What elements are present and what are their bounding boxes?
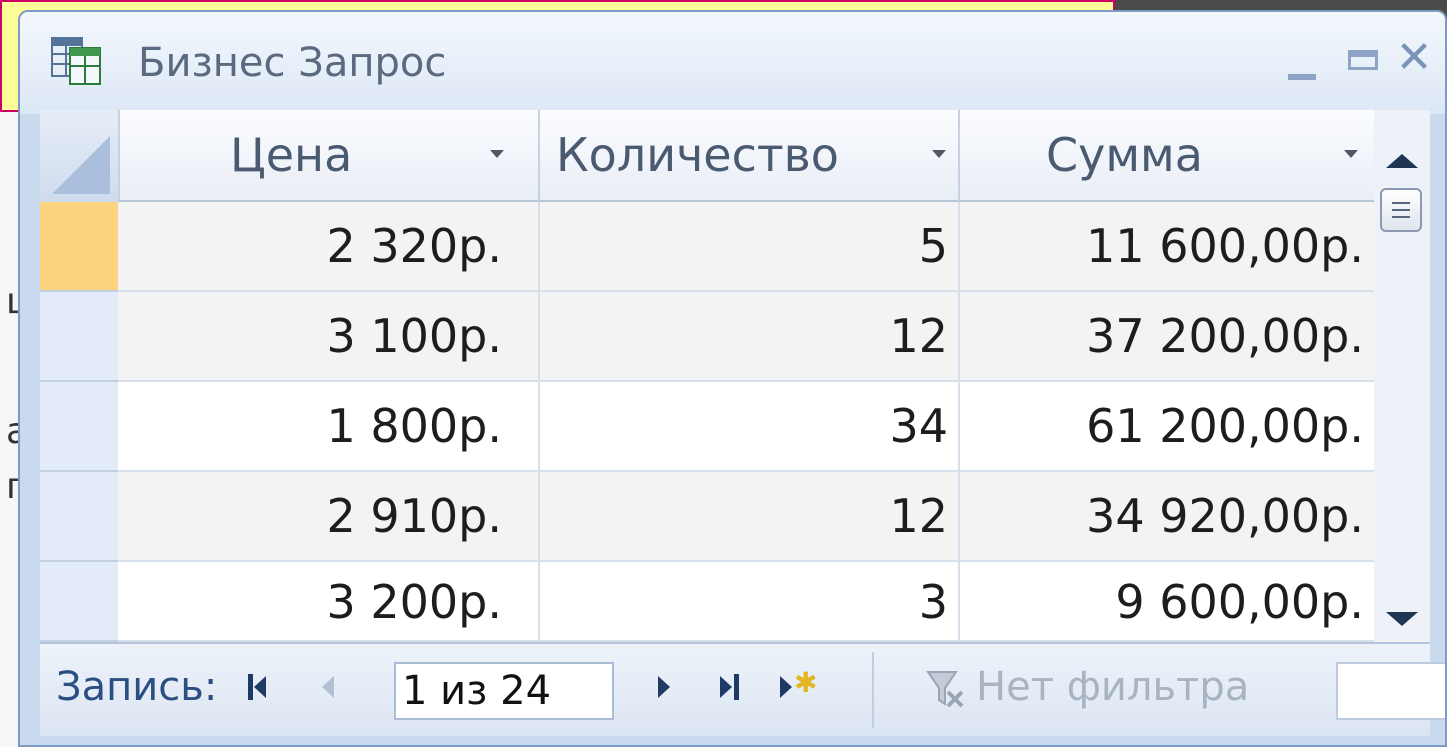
row-selector[interactable]: [40, 202, 118, 292]
row-selector[interactable]: [40, 382, 118, 472]
title-bar[interactable]: Бизнес Запрос ✕: [20, 12, 1445, 114]
filter-status-button[interactable]: Нет фильтра: [976, 664, 1249, 710]
cell-quantity[interactable]: 3: [538, 562, 958, 640]
filter-icon: [926, 671, 964, 708]
table-row[interactable]: 2 910р. 12 34 920,00р.: [118, 472, 1374, 562]
row-selector[interactable]: [40, 562, 118, 642]
scroll-down-icon[interactable]: [1386, 612, 1418, 626]
sort-filter-dropdown-icon[interactable]: [1344, 150, 1358, 158]
column-header-price[interactable]: Цена: [118, 110, 538, 202]
cell-price[interactable]: 3 100р.: [118, 292, 538, 380]
cell-quantity[interactable]: 5: [538, 202, 958, 290]
cell-price[interactable]: 1 800р.: [118, 382, 538, 470]
cell-sum[interactable]: 61 200,00р.: [958, 382, 1374, 470]
record-label: Запись:: [56, 664, 218, 710]
query-window: Бизнес Запрос ✕ Цена Количество Сумма 2 …: [18, 10, 1447, 747]
cell-price[interactable]: 3 200р.: [118, 562, 538, 640]
cell-sum[interactable]: 34 920,00р.: [958, 472, 1374, 560]
table-row[interactable]: 3 200р. 3 9 600,00р.: [118, 562, 1374, 642]
select-all-button[interactable]: [40, 110, 118, 204]
table-row[interactable]: 2 320р. 5 11 600,00р.: [118, 202, 1374, 292]
column-header-label: Количество: [556, 128, 839, 182]
cell-sum[interactable]: 11 600,00р.: [958, 202, 1374, 290]
sort-filter-dropdown-icon[interactable]: [932, 150, 946, 158]
cell-quantity[interactable]: 34: [538, 382, 958, 470]
column-header-quantity[interactable]: Количество: [538, 110, 958, 202]
select-all-icon: [52, 136, 110, 194]
column-header-sum[interactable]: Сумма: [958, 110, 1374, 202]
cell-sum[interactable]: 9 600,00р.: [958, 562, 1374, 640]
query-datasheet-icon: [51, 37, 101, 85]
cell-price[interactable]: 2 910р.: [118, 472, 538, 560]
cell-sum[interactable]: 37 200,00р.: [958, 292, 1374, 380]
close-button[interactable]: ✕: [1390, 34, 1438, 82]
cell-quantity[interactable]: 12: [538, 292, 958, 380]
datasheet-grid: Цена Количество Сумма 2 320р. 5 11 600,0…: [40, 110, 1374, 642]
search-input[interactable]: [1336, 662, 1445, 720]
table-row[interactable]: 1 800р. 34 61 200,00р.: [118, 382, 1374, 472]
row-selector[interactable]: [40, 472, 118, 562]
column-header-label: Сумма: [1046, 128, 1203, 182]
scroll-thumb[interactable]: [1380, 188, 1422, 232]
divider: [872, 652, 874, 728]
maximize-button[interactable]: [1340, 34, 1388, 82]
window-title: Бизнес Запрос: [138, 40, 447, 86]
table-row[interactable]: 3 100р. 12 37 200,00р.: [118, 292, 1374, 382]
sort-filter-dropdown-icon[interactable]: [490, 150, 504, 158]
current-record-field[interactable]: 1 из 24: [394, 662, 614, 720]
record-navigation-bar: Запись: 1 из 24 Нет фильтра: [40, 642, 1445, 736]
cell-quantity[interactable]: 12: [538, 472, 958, 560]
row-selector[interactable]: [40, 292, 118, 382]
cell-price[interactable]: 2 320р.: [118, 202, 538, 290]
scroll-up-icon[interactable]: [1386, 154, 1418, 168]
minimize-button[interactable]: [1278, 34, 1326, 82]
column-header-label: Цена: [230, 128, 353, 182]
vertical-scrollbar[interactable]: [1374, 110, 1430, 642]
